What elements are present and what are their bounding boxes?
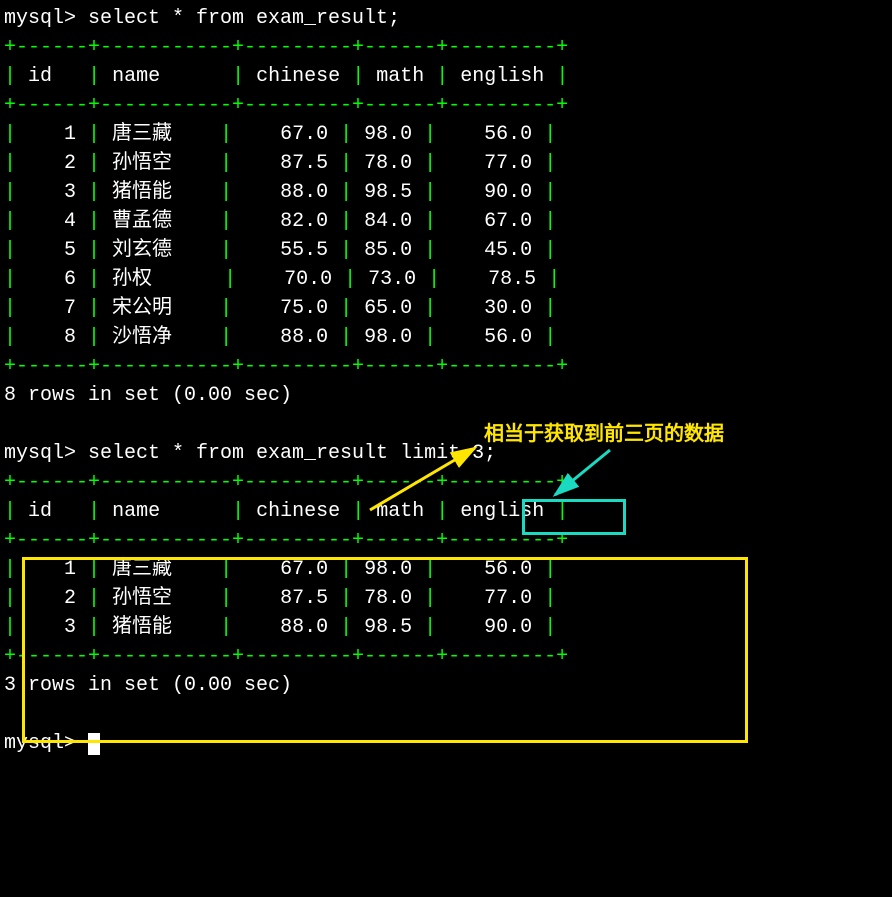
table-header-row: | id | name | chinese | math | english |	[4, 497, 888, 526]
table-row: | 7 | 宋公明 | 75.0 | 65.0 | 30.0 |	[4, 294, 888, 323]
blank-line	[4, 410, 888, 439]
col-id: id	[16, 65, 88, 88]
table-border: +------+-----------+---------+------+---…	[4, 91, 888, 120]
table-header-row: | id | name | chinese | math | english |	[4, 62, 888, 91]
sql-query-1: mysql> select * from exam_result;	[4, 4, 888, 33]
table-row: | 8 | 沙悟净 | 88.0 | 98.0 | 56.0 |	[4, 323, 888, 352]
mysql-prompt[interactable]: mysql>	[4, 729, 888, 758]
table-row: | 3 | 猪悟能 | 88.0 | 98.5 | 90.0 |	[4, 613, 888, 642]
status-1: 8 rows in set (0.00 sec)	[4, 381, 888, 410]
table-border: +------+-----------+---------+------+---…	[4, 468, 888, 497]
limit-clause: limit 3	[400, 442, 484, 465]
status-2: 3 rows in set (0.00 sec)	[4, 671, 888, 700]
table-border: +------+-----------+---------+------+---…	[4, 526, 888, 555]
table-row: | 2 | 孙悟空 | 87.5 | 78.0 | 77.0 |	[4, 149, 888, 178]
table-border: +------+-----------+---------+------+---…	[4, 642, 888, 671]
table-row: | 6 | 孙权 | 70.0 | 73.0 | 78.5 |	[4, 265, 888, 294]
annotation-text: 相当于获取到前三页的数据	[484, 420, 724, 449]
table-row: | 5 | 刘玄德 | 55.5 | 85.0 | 45.0 |	[4, 236, 888, 265]
table-row: | 3 | 猪悟能 | 88.0 | 98.5 | 90.0 |	[4, 178, 888, 207]
col-math: math	[364, 65, 436, 88]
cursor	[88, 733, 100, 755]
col-name: name	[100, 65, 232, 88]
table-border: +------+-----------+---------+------+---…	[4, 33, 888, 62]
table-row: | 1 | 唐三藏 | 67.0 | 98.0 | 56.0 |	[4, 555, 888, 584]
sql-query-2: mysql> select * from exam_result limit 3…	[4, 439, 888, 468]
col-chinese: chinese	[244, 65, 352, 88]
blank-line	[4, 700, 888, 729]
table-row: | 1 | 唐三藏 | 67.0 | 98.0 | 56.0 |	[4, 120, 888, 149]
table-row: | 4 | 曹孟德 | 82.0 | 84.0 | 67.0 |	[4, 207, 888, 236]
table-row: | 2 | 孙悟空 | 87.5 | 78.0 | 77.0 |	[4, 584, 888, 613]
table-border: +------+-----------+---------+------+---…	[4, 352, 888, 381]
col-english: english	[448, 65, 556, 88]
